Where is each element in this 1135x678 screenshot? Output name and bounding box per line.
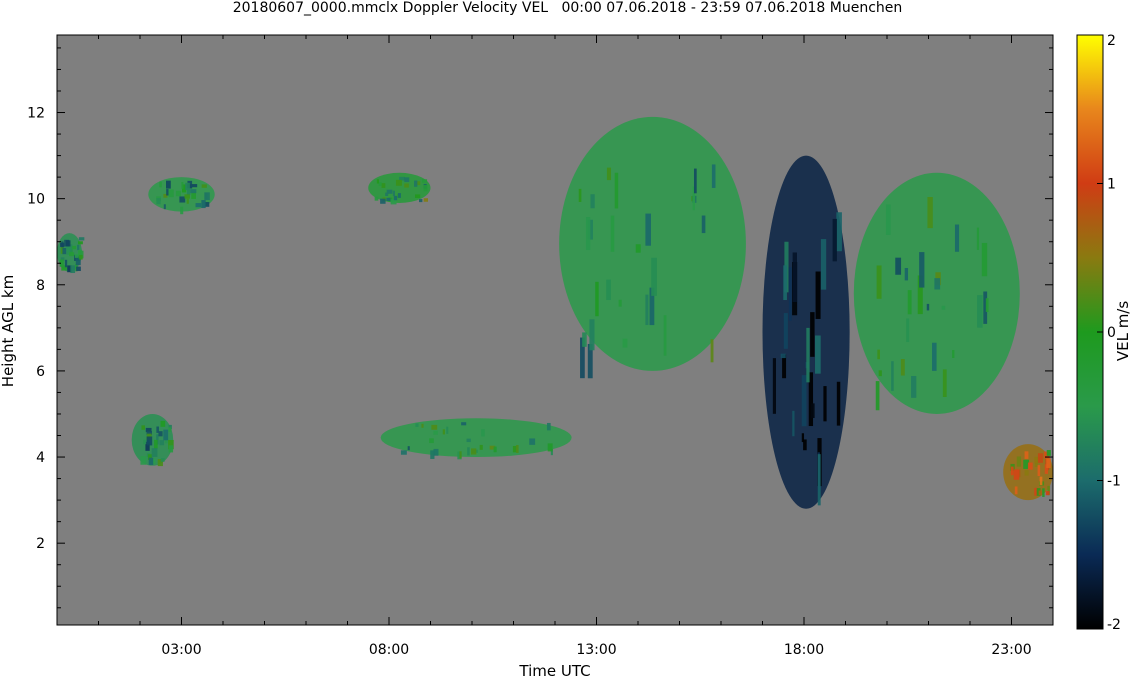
x-tick-label: 03:00 (161, 642, 201, 658)
colorbar-label: VEL m/s (1114, 301, 1132, 362)
y-tick-label: 4 (36, 450, 45, 466)
echo-region-cirrus-0700 (368, 172, 431, 205)
colorbar-tick-label: 2 (1107, 33, 1116, 49)
colorbar-tick-label: -2 (1107, 617, 1121, 633)
x-axis-label: Time UTC (518, 662, 590, 678)
y-tick-label: 6 (36, 364, 45, 380)
x-tick-label: 13:00 (576, 642, 616, 658)
x-tick-label: 23:00 (991, 642, 1031, 658)
echo-region-anvil-2000 (853, 172, 1020, 414)
x-tick-label: 08:00 (369, 642, 409, 658)
velocity-chart: 03:00 08:00 13:00 18:00 23:00 24681012 Time … (0, 33, 1132, 678)
echo-region-late-cloud-2300 (1003, 444, 1053, 501)
y-axis-label: Height AGL km (0, 275, 17, 387)
colorbar-tick-label: 1 (1107, 177, 1116, 193)
y-tick-label: 10 (27, 192, 45, 208)
y-tick-label: 12 (27, 106, 45, 122)
x-tick-label: 18:00 (784, 642, 824, 658)
echo-region-rain-core-1700 (762, 155, 850, 509)
y-tick-label: 8 (36, 278, 45, 294)
y-tick-label: 2 (36, 536, 45, 552)
colorbar-tick-label: -1 (1107, 474, 1121, 490)
